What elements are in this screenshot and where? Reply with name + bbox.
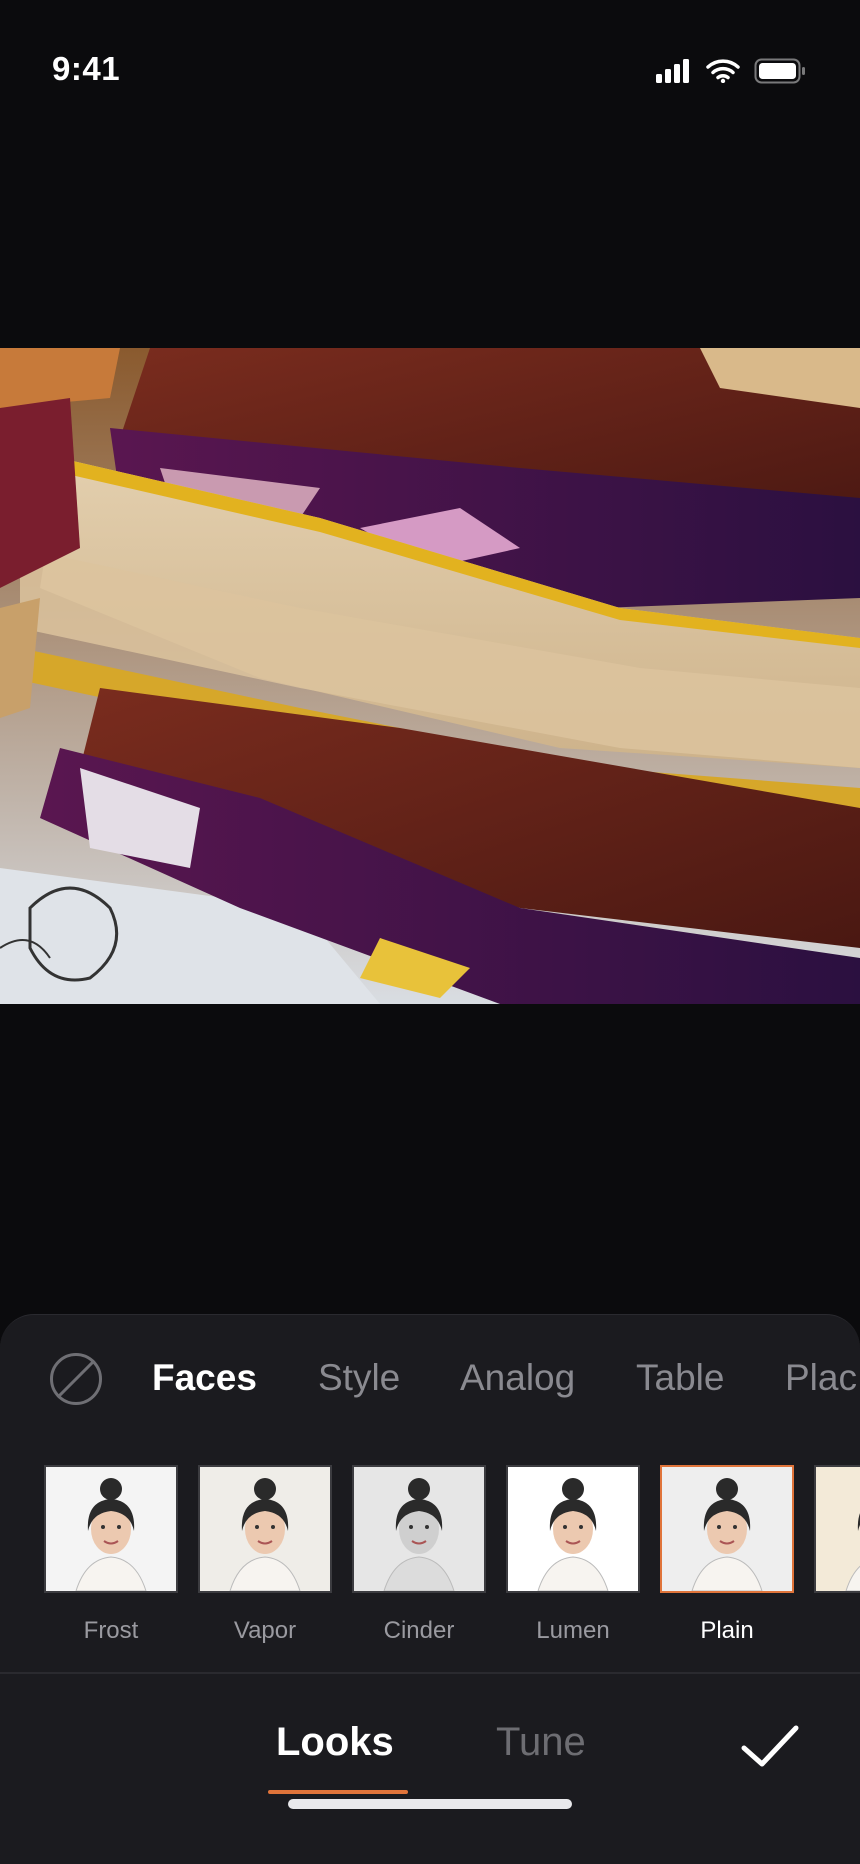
filter-label: Cinder [383, 1617, 455, 1644]
photo-editor-screen: 9:41 Faces Style Analog Table Plac Frost… [0, 0, 860, 1864]
filter-thumbnail[interactable] [352, 1465, 486, 1593]
category-bar: Faces Style Analog Table Plac [0, 1315, 860, 1435]
checkmark-icon[interactable] [740, 1722, 800, 1770]
portrait-preview [46, 1467, 176, 1591]
filter-thumbnail[interactable] [44, 1465, 178, 1593]
filter-label: Vapor [233, 1617, 297, 1644]
cellular-signal-icon [656, 59, 689, 83]
portrait-preview [508, 1467, 638, 1591]
portrait-preview [816, 1467, 860, 1591]
filter-label: Plain [700, 1617, 754, 1644]
filters-sheet: Faces Style Analog Table Plac Frost Vapor… [0, 1314, 860, 1864]
portrait-preview [354, 1467, 484, 1591]
status-icons [656, 58, 806, 84]
portrait-preview [200, 1467, 330, 1591]
filter-thumbnail[interactable] [198, 1465, 332, 1593]
category-places[interactable]: Plac [785, 1357, 857, 1399]
category-analog[interactable]: Analog [460, 1357, 575, 1399]
portrait-preview [662, 1467, 792, 1591]
wifi-icon [706, 59, 740, 83]
filter-label: Lumen [536, 1617, 610, 1644]
home-indicator [288, 1799, 572, 1809]
status-time: 9:41 [52, 50, 121, 87]
filter-thumbnail[interactable] [506, 1465, 640, 1593]
filter-label: B [814, 1617, 860, 1645]
status-bar: 9:41 [0, 0, 860, 140]
active-tab-indicator [268, 1790, 408, 1794]
sheet-divider [0, 1672, 860, 1674]
tab-tune[interactable]: Tune [496, 1720, 586, 1765]
filter-strip: Frost Vapor Cinder Lumen Plain B [0, 1451, 860, 1651]
category-faces[interactable]: Faces [152, 1357, 257, 1399]
filter-thumbnail[interactable] [660, 1465, 794, 1593]
edited-photo[interactable] [0, 348, 860, 1004]
filter-label: Frost [83, 1617, 139, 1644]
filter-thumbnail[interactable] [814, 1465, 860, 1593]
category-style[interactable]: Style [318, 1357, 400, 1399]
tab-looks[interactable]: Looks [276, 1720, 394, 1765]
category-table[interactable]: Table [636, 1357, 724, 1399]
sandwich-photo [0, 348, 860, 1004]
battery-icon [754, 58, 805, 84]
no-filter-icon[interactable] [50, 1353, 102, 1405]
